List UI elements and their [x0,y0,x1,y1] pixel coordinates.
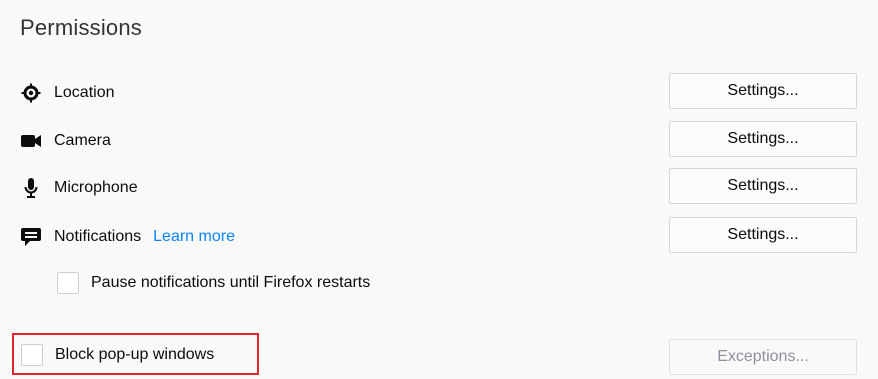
section-title: Permissions [20,15,143,40]
microphone-settings-button[interactable]: Settings... [669,168,857,204]
camera-settings-button[interactable]: Settings... [669,121,857,157]
permission-row-notifications: Notifications Learn more [20,221,235,253]
notifications-settings-button[interactable]: Settings... [669,217,857,253]
microphone-icon [20,177,42,199]
permissions-panel: Permissions Location Settings... Camera … [0,0,878,379]
pause-notifications-option[interactable]: Pause notifications until Firefox restar… [57,272,370,294]
permission-label-microphone: Microphone [54,179,138,196]
highlight-box [12,333,259,375]
pause-notifications-label: Pause notifications until Firefox restar… [91,274,371,291]
pause-notifications-checkbox[interactable] [57,272,79,294]
camera-icon [20,130,42,152]
permission-row-microphone: Microphone [20,172,138,204]
permission-label-camera: Camera [54,132,111,149]
location-icon [20,82,42,104]
permission-label-notifications: Notifications [54,228,142,245]
permission-row-camera: Camera [20,125,111,157]
notifications-icon [20,226,42,248]
popup-exceptions-button[interactable]: Exceptions... [669,339,857,375]
learn-more-link[interactable]: Learn more [153,228,235,246]
permission-label-location: Location [54,84,115,101]
permission-row-location: Location [20,77,115,109]
location-settings-button[interactable]: Settings... [669,73,857,109]
